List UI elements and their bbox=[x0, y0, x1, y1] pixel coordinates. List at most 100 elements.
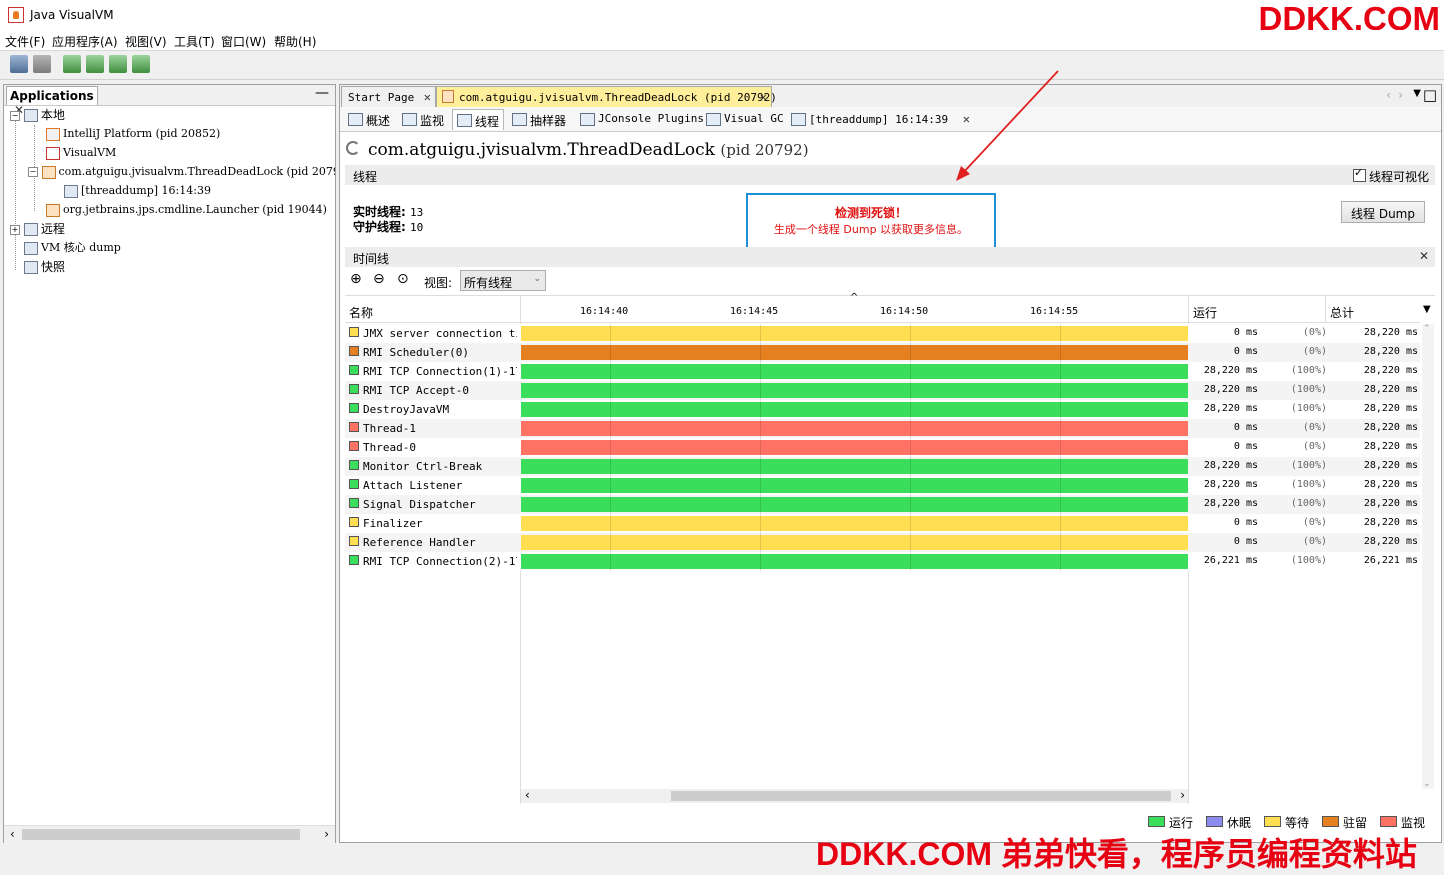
horizontal-scrollbar[interactable]: ‹ › bbox=[4, 825, 335, 843]
menu-help[interactable]: 帮助(H) bbox=[274, 33, 316, 50]
column-menu-icon[interactable]: ▼ bbox=[1423, 304, 1431, 315]
time-tick: 16:14:45 bbox=[730, 306, 779, 317]
vertical-scrollbar[interactable]: ⌃ ⌄ bbox=[1422, 324, 1434, 789]
tabs-scroll-right-icon[interactable]: › bbox=[1398, 88, 1403, 102]
maximize-icon[interactable]: □ bbox=[1423, 86, 1437, 104]
add-core-dump-icon[interactable] bbox=[109, 55, 127, 73]
zoom-in-icon[interactable]: ⊕ bbox=[350, 271, 362, 287]
thread-run-pct: (100%) bbox=[1290, 403, 1327, 414]
subtab-monitor[interactable]: 监视 bbox=[398, 109, 448, 130]
menu-view[interactable]: 视图(V) bbox=[125, 33, 167, 50]
table-row[interactable]: Reference Handler 0 ms (0%) 28,220 ms bbox=[345, 533, 1420, 552]
tab-threaddeadlock[interactable]: com.atguigu.jvisualvm.ThreadDeadLock (pi… bbox=[436, 86, 777, 107]
tab-start-page[interactable]: Start Page ✕ bbox=[341, 86, 436, 107]
close-icon[interactable]: ✕ bbox=[1419, 249, 1429, 263]
scroll-thumb[interactable] bbox=[671, 791, 1171, 801]
add-snapshot-icon[interactable] bbox=[132, 55, 150, 73]
applications-tab[interactable]: Applications ✕ bbox=[6, 86, 98, 117]
thread-run-time: 28,220 ms bbox=[1203, 498, 1258, 509]
java-app-icon bbox=[41, 165, 56, 179]
scroll-left-icon[interactable]: ‹ bbox=[525, 788, 530, 802]
thread-run-pct: (100%) bbox=[1290, 460, 1327, 471]
menu-application[interactable]: 应用程序(A) bbox=[52, 33, 118, 50]
tree-item-threaddeadlock[interactable]: − com.atguigu.jvisualvm.ThreadDeadLock (… bbox=[28, 163, 335, 181]
table-row[interactable]: Thread-1 0 ms (0%) 28,220 ms bbox=[345, 419, 1420, 438]
table-row[interactable]: Thread-0 0 ms (0%) 28,220 ms bbox=[345, 438, 1420, 457]
scroll-right-icon[interactable]: › bbox=[324, 827, 329, 841]
table-row[interactable]: Finalizer 0 ms (0%) 28,220 ms bbox=[345, 514, 1420, 533]
col-run[interactable]: 运行 bbox=[1193, 304, 1217, 321]
menu-window[interactable]: 窗口(W) bbox=[221, 33, 266, 50]
subtab-overview[interactable]: 概述 bbox=[344, 109, 394, 130]
legend-swatch bbox=[1148, 816, 1165, 827]
col-total[interactable]: 总计 bbox=[1330, 304, 1354, 321]
subtab-jconsole[interactable]: JConsole Plugins bbox=[576, 109, 708, 130]
applications-panel-header: Applications ✕ — bbox=[4, 85, 335, 117]
tree-item-snapshots[interactable]: 快照 bbox=[24, 258, 65, 276]
table-row[interactable]: RMI Scheduler(0) 0 ms (0%) 28,220 ms bbox=[345, 343, 1420, 362]
tabs-dropdown-icon[interactable]: ▼ bbox=[1413, 88, 1421, 99]
thread-state-bar bbox=[521, 459, 1188, 474]
thread-state-swatch bbox=[349, 403, 359, 413]
tree-label: 快照 bbox=[41, 260, 66, 274]
watermark-bottom: DDKK.COM 弟弟快看，程序员编程资料站 bbox=[816, 836, 1417, 872]
close-icon[interactable]: ✕ bbox=[760, 90, 767, 104]
scroll-right-icon[interactable]: › bbox=[1180, 788, 1185, 802]
tree-item-remote[interactable]: + 远程 bbox=[10, 220, 65, 238]
thread-name-text: RMI TCP Accept-0 bbox=[363, 384, 469, 397]
tree-item-intellij[interactable]: IntelliJ Platform (pid 20852) bbox=[46, 125, 220, 143]
menu-tools[interactable]: 工具(T) bbox=[174, 33, 215, 50]
thread-total-time: 28,220 ms bbox=[1363, 498, 1418, 509]
scroll-thumb[interactable] bbox=[22, 829, 300, 840]
visualize-threads-checkbox[interactable]: 线程可视化 bbox=[1352, 166, 1429, 185]
table-row[interactable]: JMX server connection timeout 0 ms (0%) 28,… bbox=[345, 324, 1420, 343]
add-jmx-connection-icon[interactable] bbox=[63, 55, 81, 73]
tree-item-local[interactable]: − 本地 bbox=[10, 106, 65, 124]
table-row[interactable]: RMI TCP Connection(1)-172.18 28,220 ms (10… bbox=[345, 362, 1420, 381]
subtab-threaddump[interactable]: [threaddump] 16:14:39 ✕ bbox=[787, 109, 974, 130]
table-row[interactable]: RMI TCP Accept-0 28,220 ms (100%) 28,220 ms bbox=[345, 381, 1420, 400]
add-remote-host-icon[interactable] bbox=[86, 55, 104, 73]
scroll-down-icon[interactable]: ⌄ bbox=[1423, 779, 1431, 789]
legend-swatch bbox=[1380, 816, 1397, 827]
menu-file[interactable]: 文件(F) bbox=[5, 33, 45, 50]
close-icon[interactable]: ✕ bbox=[424, 90, 431, 104]
table-row[interactable]: Attach Listener 28,220 ms (100%) 28,220 ms bbox=[345, 476, 1420, 495]
thread-total-time: 28,220 ms bbox=[1363, 403, 1418, 414]
subtab-label: [threaddump] 16:14:39 bbox=[809, 113, 949, 126]
zoom-out-icon[interactable]: ⊖ bbox=[373, 271, 385, 287]
thread-state-bar bbox=[521, 497, 1188, 512]
table-row[interactable]: Signal Dispatcher 28,220 ms (100%) 28,220 m… bbox=[345, 495, 1420, 514]
table-row[interactable]: RMI TCP Connection(2)-172.18 26,221 ms (10… bbox=[345, 552, 1420, 571]
view-select[interactable]: 所有线程 ⌄ bbox=[460, 270, 546, 291]
thread-total-time: 28,220 ms bbox=[1363, 460, 1418, 471]
checkbox-icon[interactable] bbox=[1352, 166, 1366, 182]
toolbar bbox=[0, 50, 1444, 80]
tree-item-visualvm[interactable]: VisualVM bbox=[46, 144, 116, 162]
scroll-up-icon[interactable]: ⌃ bbox=[1423, 324, 1431, 334]
subtab-sampler[interactable]: 抽样器 bbox=[508, 109, 570, 130]
snapshot-icon bbox=[24, 261, 38, 274]
time-tick: 16:14:40 bbox=[580, 306, 629, 317]
main-panel: Start Page ✕ com.atguigu.jvisualvm.Threa… bbox=[339, 84, 1442, 843]
tree-item-core-dump[interactable]: VM 核心 dump bbox=[24, 239, 121, 257]
timeline-horizontal-scrollbar[interactable]: ‹ › bbox=[521, 788, 1188, 803]
thread-run-time: 0 ms bbox=[1233, 441, 1258, 452]
app-pid: (pid 20792) bbox=[720, 141, 809, 159]
thread-dump-button[interactable]: 线程 Dump bbox=[1341, 201, 1425, 223]
thread-name-text: Monitor Ctrl-Break bbox=[363, 460, 483, 473]
zoom-fit-icon[interactable]: ⊙ bbox=[397, 271, 409, 287]
open-file-icon[interactable] bbox=[10, 55, 28, 73]
tree-item-threaddump[interactable]: [threaddump] 16:14:39 bbox=[64, 182, 211, 200]
table-row[interactable]: Monitor Ctrl-Break 28,220 ms (100%) 28,220 … bbox=[345, 457, 1420, 476]
col-name[interactable]: 名称 bbox=[349, 304, 373, 321]
scroll-left-icon[interactable]: ‹ bbox=[10, 827, 15, 841]
save-icon[interactable] bbox=[33, 55, 51, 73]
thread-state-swatch bbox=[349, 536, 359, 546]
minimize-icon[interactable]: — bbox=[315, 85, 329, 101]
tabs-scroll-left-icon[interactable]: ‹ bbox=[1386, 88, 1391, 102]
table-row[interactable]: DestroyJavaVM 28,220 ms (100%) 28,220 ms bbox=[345, 400, 1420, 419]
subtab-threads[interactable]: 线程 bbox=[452, 109, 505, 130]
tree-item-jps-launcher[interactable]: org.jetbrains.jps.cmdline.Launcher (pid … bbox=[46, 201, 335, 219]
subtab-visual-gc[interactable]: Visual GC bbox=[702, 109, 788, 130]
